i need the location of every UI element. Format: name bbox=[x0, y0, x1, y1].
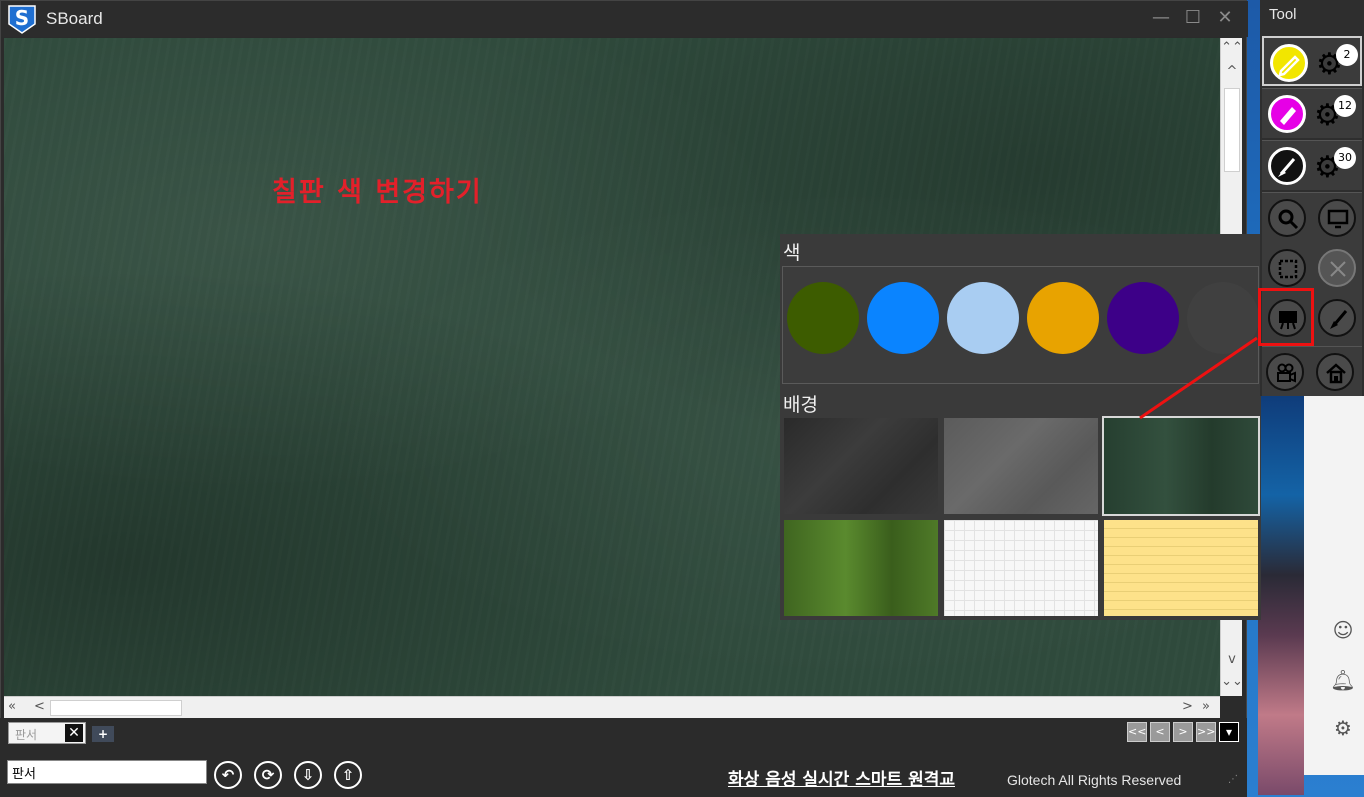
pointer-line bbox=[1139, 336, 1258, 420]
screen: ☺ 🔔︎ ⚙ S SBoard — ☐ ✕ 칠판 색 변경하기 ⌃⌃ ^ v ⌄… bbox=[0, 0, 1364, 797]
